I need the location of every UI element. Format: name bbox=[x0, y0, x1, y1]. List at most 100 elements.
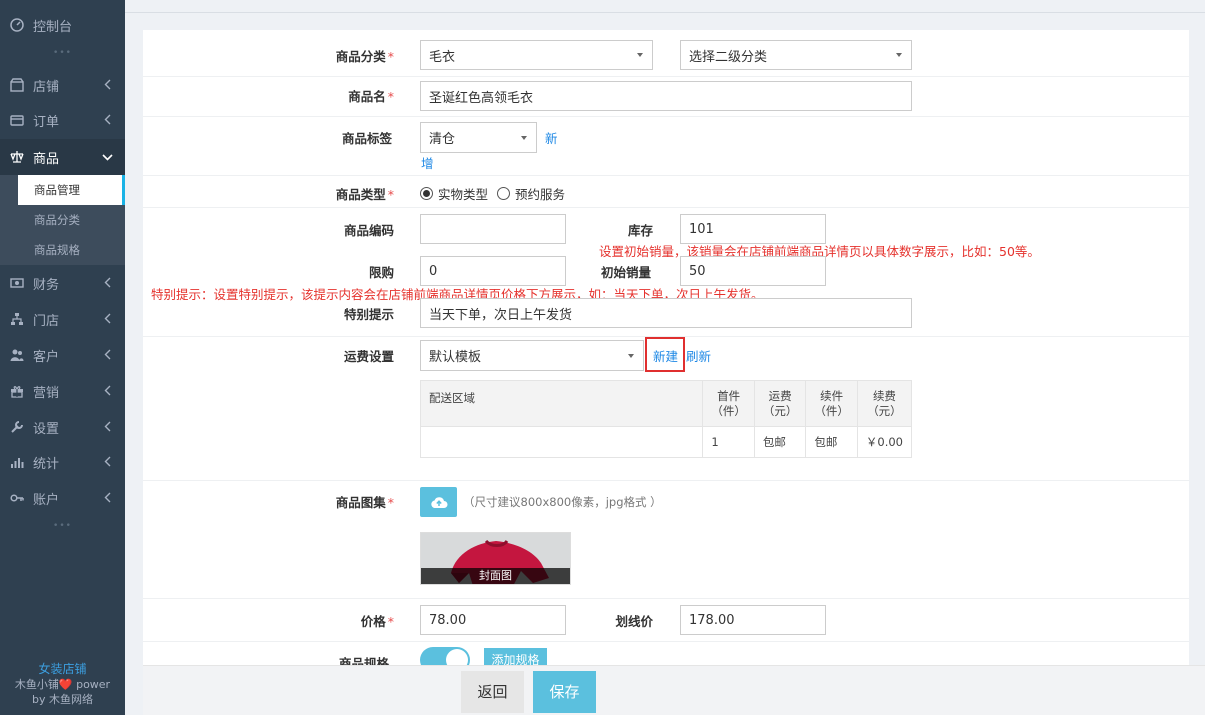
init-sales-value: 50 bbox=[689, 263, 706, 279]
sidebar-item-stats[interactable]: 统计 bbox=[0, 445, 125, 479]
chevron-left-icon bbox=[104, 349, 111, 360]
scale-icon bbox=[9, 149, 25, 165]
gallery-label: 商品图集 * bbox=[335, 495, 394, 510]
save-button[interactable]: 保存 bbox=[533, 671, 596, 713]
sidebar-item-customers[interactable]: 客户 bbox=[0, 338, 125, 372]
submenu-product-category[interactable]: 商品分类 bbox=[18, 205, 125, 235]
header-next: 续件 （件） bbox=[805, 380, 858, 427]
cell-first: 1 bbox=[702, 426, 755, 458]
type-radio-physical[interactable]: 实物类型 bbox=[420, 184, 488, 203]
product-name-input[interactable]: 圣诞红色高领毛衣 bbox=[420, 81, 912, 111]
sidebar: 控制台 ••• 店铺 订单 商品 商品管理 商品分类 商品规格 财务 门店 客户… bbox=[0, 0, 125, 715]
sidebar-item-label: 店铺 bbox=[33, 79, 60, 95]
divider bbox=[143, 175, 1189, 176]
gift-icon bbox=[9, 383, 25, 399]
code-input[interactable] bbox=[420, 214, 566, 244]
divider bbox=[143, 480, 1189, 481]
orig-price-label: 划线价 bbox=[615, 614, 653, 629]
sidebar-item-marketing[interactable]: 营销 bbox=[0, 374, 125, 408]
separator-dots: ••• bbox=[53, 48, 72, 58]
radio-checked-icon bbox=[420, 187, 433, 200]
sidebar-item-finance[interactable]: 财务 bbox=[0, 266, 125, 300]
chevron-left-icon bbox=[104, 385, 111, 396]
by-text: by 木鱼网络 bbox=[32, 693, 93, 706]
table-header-row: 配送区域 首件 （件） 运费 （元） 续件 （件） 续费 （元） bbox=[419, 380, 913, 427]
tag-value: 清仓 bbox=[429, 132, 456, 147]
divider bbox=[143, 598, 1189, 599]
sidebar-item-store[interactable]: 店铺 bbox=[0, 68, 125, 102]
stock-input[interactable]: 101 bbox=[680, 214, 826, 244]
name-label: 商品名 * bbox=[348, 89, 394, 104]
divider bbox=[143, 641, 1189, 642]
submenu-product-spec[interactable]: 商品规格 bbox=[18, 235, 125, 265]
limit-value: 0 bbox=[429, 263, 438, 279]
sidebar-item-account[interactable]: 账户 bbox=[0, 481, 125, 515]
sidebar-item-label: 设置 bbox=[33, 421, 60, 437]
submenu-product-manage[interactable]: 商品管理 bbox=[18, 175, 125, 205]
tag-new-link-wrap[interactable]: 增 bbox=[421, 153, 434, 172]
top-band bbox=[125, 0, 1205, 13]
cover-image[interactable]: 封面图 bbox=[420, 532, 571, 585]
divider bbox=[143, 116, 1189, 117]
sidebar-item-label: 客户 bbox=[33, 349, 60, 365]
back-button[interactable]: 返回 bbox=[461, 671, 524, 713]
upload-button[interactable] bbox=[420, 487, 457, 517]
separator-dots: ••• bbox=[53, 521, 72, 531]
wrench-icon bbox=[9, 419, 25, 435]
orig-price-value: 178.00 bbox=[689, 612, 735, 628]
init-sales-label: 初始销量 bbox=[600, 265, 651, 280]
upload-hint: （尺寸建议800x800像素，jpg格式 ） bbox=[463, 495, 662, 509]
shipping-new-link[interactable]: 新建 bbox=[653, 346, 678, 365]
power-text: 木鱼小铺❤️ power bbox=[14, 678, 111, 691]
cloud-upload-icon bbox=[430, 497, 447, 508]
divider bbox=[143, 207, 1189, 208]
sidebar-item-label: 统计 bbox=[33, 456, 60, 472]
shipping-template-select[interactable]: 默认模板 bbox=[420, 340, 644, 371]
tag-select[interactable]: 清仓 bbox=[420, 122, 537, 153]
type-radio-booking[interactable]: 预约服务 bbox=[497, 184, 565, 203]
chevron-left-icon bbox=[104, 313, 111, 324]
sidebar-item-label: 订单 bbox=[33, 114, 60, 130]
money-icon bbox=[9, 275, 25, 291]
cell-next-fee: ￥0.00 bbox=[856, 426, 913, 458]
stock-value: 101 bbox=[689, 221, 714, 237]
chevron-left-icon bbox=[104, 492, 111, 503]
subcategory-value: 选择二级分类 bbox=[689, 49, 768, 65]
sidebar-item-orders[interactable]: 订单 bbox=[0, 103, 125, 137]
category-select[interactable]: 毛衣 bbox=[420, 40, 653, 70]
subcategory-select[interactable]: 选择二级分类 bbox=[680, 40, 912, 70]
shipping-label: 运费设置 bbox=[343, 349, 394, 364]
category-value: 毛衣 bbox=[429, 49, 456, 65]
sidebar-footer: 女装店铺 木鱼小铺❤️ power by 木鱼网络 bbox=[0, 662, 125, 707]
sidebar-item-settings[interactable]: 设置 bbox=[0, 410, 125, 444]
shop-name[interactable]: 女装店铺 bbox=[0, 662, 125, 677]
tag-new-link[interactable]: 新 bbox=[545, 128, 558, 147]
sidebar-item-dashboard[interactable]: 控制台 bbox=[0, 8, 125, 42]
caret-down-icon bbox=[521, 135, 527, 140]
product-name-value: 圣诞红色高领毛衣 bbox=[429, 90, 534, 106]
code-label: 商品编码 bbox=[343, 223, 394, 238]
radio-label: 预约服务 bbox=[515, 187, 566, 202]
action-bar bbox=[143, 665, 1205, 715]
caret-down-icon bbox=[628, 353, 634, 358]
chevron-down-icon bbox=[102, 154, 113, 161]
init-sales-input[interactable]: 50 bbox=[680, 256, 826, 286]
sidebar-item-label: 财务 bbox=[33, 277, 60, 293]
table-row: 1 包邮 包邮 ￥0.00 bbox=[419, 426, 913, 458]
caret-down-icon bbox=[896, 53, 902, 57]
bar-chart-icon bbox=[9, 454, 25, 470]
shipping-refresh-link[interactable]: 刷新 bbox=[686, 346, 711, 365]
special-input[interactable]: 当天下单，次日上午发货 bbox=[420, 298, 912, 328]
cover-caption: 封面图 bbox=[421, 568, 570, 584]
special-value: 当天下单，次日上午发货 bbox=[429, 307, 573, 323]
tag-label: 商品标签 bbox=[341, 131, 392, 146]
header-fee: 运费 （元） bbox=[753, 380, 807, 427]
stock-label: 库存 bbox=[627, 223, 653, 238]
sidebar-item-products[interactable]: 商品 bbox=[0, 139, 125, 175]
orig-price-input[interactable]: 178.00 bbox=[680, 605, 826, 635]
price-value: 78.00 bbox=[429, 612, 467, 628]
price-input[interactable]: 78.00 bbox=[420, 605, 566, 635]
sidebar-item-branches[interactable]: 门店 bbox=[0, 302, 125, 336]
sitemap-icon bbox=[9, 311, 25, 327]
limit-input[interactable]: 0 bbox=[420, 256, 566, 286]
